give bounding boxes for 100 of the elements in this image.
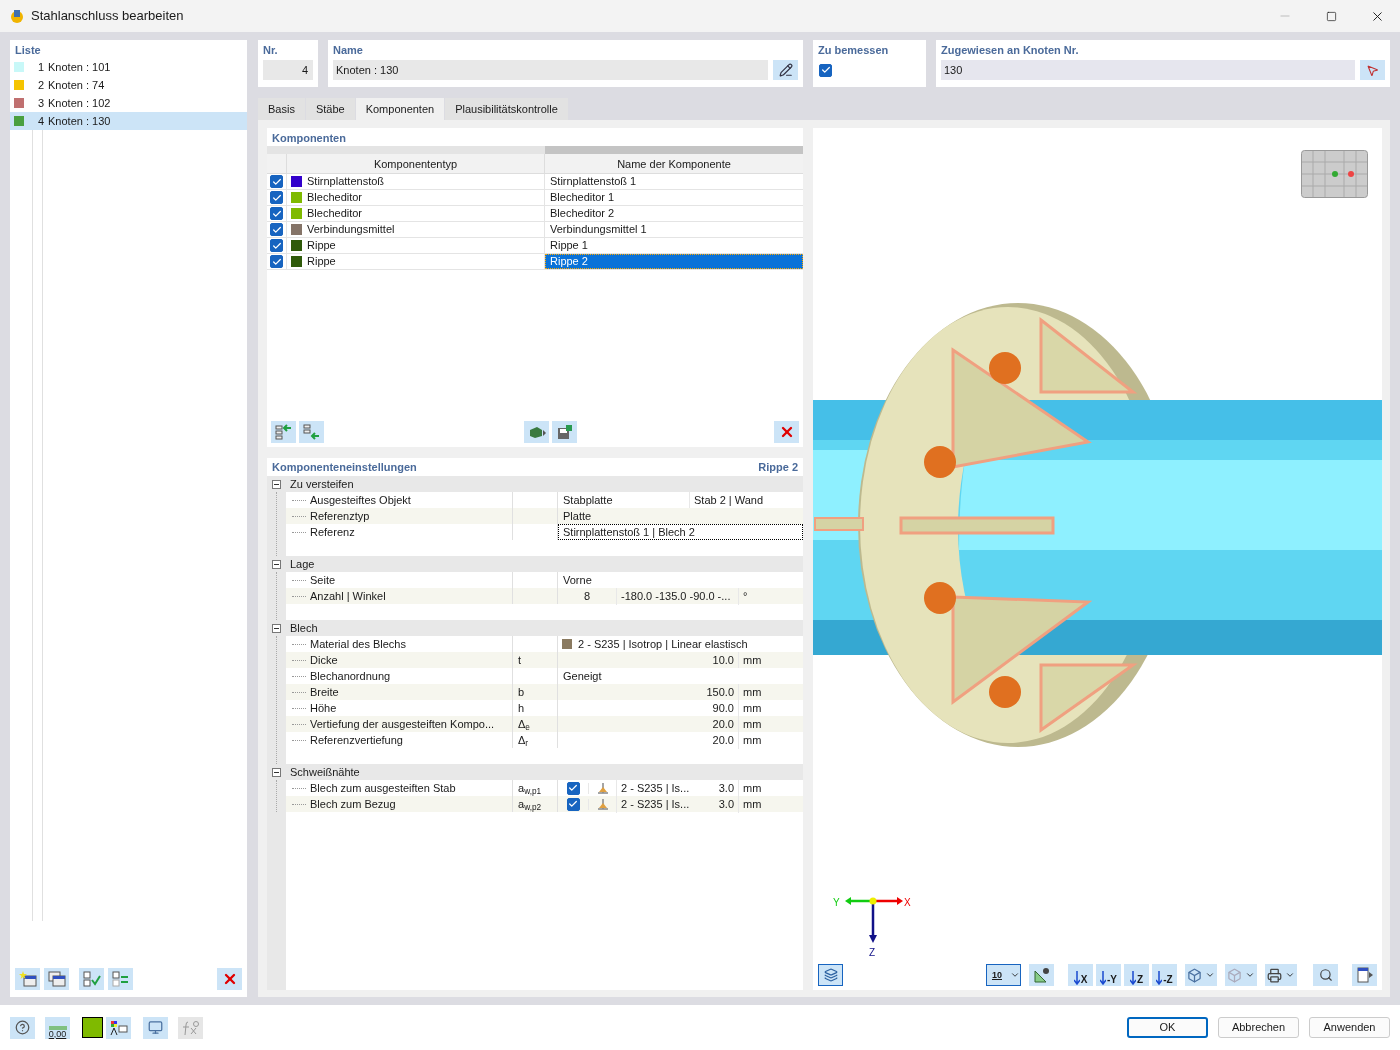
list-item[interactable]: 1 Knoten : 101: [10, 58, 247, 76]
zoom-reset-button[interactable]: [1313, 964, 1338, 986]
visibility-icon: [1032, 967, 1051, 983]
collapse-icon[interactable]: [272, 623, 281, 633]
group-title: Zu versteifen: [290, 476, 354, 492]
check-all-button[interactable]: [79, 968, 104, 990]
scale-dropdown[interactable]: 10: [986, 964, 1021, 986]
value-cell-text: Geneigt: [562, 669, 603, 684]
export-icon: [527, 424, 546, 440]
value-cell-text: 3.0: [717, 781, 735, 796]
arrow-icon: [1156, 969, 1163, 985]
copy-window-button[interactable]: [44, 968, 69, 990]
table-cell[interactable]: Verbindungsmittel 1: [545, 222, 803, 237]
list-item[interactable]: 3 Knoten : 102: [10, 94, 247, 112]
collapse-icon[interactable]: [272, 479, 281, 489]
list-item[interactable]: 2 Knoten : 74: [10, 76, 247, 94]
property-label: Höhe: [310, 700, 337, 716]
value-cell-text: 20.0: [711, 733, 735, 748]
table-cell-text: Blecheditor: [307, 190, 363, 206]
cube-icon: [1187, 967, 1202, 983]
new-window-button[interactable]: [15, 968, 40, 990]
unit-cell: mm: [738, 732, 803, 749]
property-label: Vertiefung der ausgesteiften Kompo...: [310, 716, 495, 732]
panel-title: Komponenteneinstellungen: [272, 459, 417, 475]
column-header: Name der Komponente: [616, 157, 732, 172]
delete-button[interactable]: [217, 968, 242, 990]
value-cell[interactable]: Stirnplattenstoß 1 | Blech 2: [558, 524, 803, 540]
group-title: Lage: [290, 556, 315, 572]
color-button[interactable]: [82, 1017, 103, 1038]
print-dropdown[interactable]: [1265, 964, 1297, 986]
table-cell[interactable]: Blecheditor 1: [545, 190, 803, 205]
view-direction-button[interactable]: X: [1068, 964, 1093, 986]
field-label: Zugewiesen an Knoten Nr.: [941, 43, 1080, 58]
tab[interactable]: Komponenten: [355, 98, 445, 120]
table-cell[interactable]: Stirnplattenstoß 1: [545, 174, 803, 189]
unit-cell: mm: [738, 796, 803, 813]
checkbox[interactable]: [566, 781, 580, 795]
property-label: Blech zum Bezug: [310, 796, 396, 812]
item-number: 2: [36, 77, 44, 93]
help-button[interactable]: [10, 1016, 35, 1039]
monitor-button[interactable]: [143, 1016, 168, 1039]
node-field[interactable]: 130: [941, 60, 1355, 80]
axis-label: Y: [833, 896, 840, 910]
dialog-button[interactable]: Anwenden: [1309, 1017, 1390, 1038]
ruler-icon: [48, 1025, 67, 1030]
invert-check-button[interactable]: [108, 968, 133, 990]
checkbox[interactable]: [819, 63, 832, 77]
checkbox[interactable]: [270, 223, 283, 236]
delete-button[interactable]: [774, 421, 799, 443]
export-button[interactable]: [524, 421, 549, 443]
property-label: Dicke: [310, 652, 338, 668]
property-label: Referenztyp: [310, 508, 370, 524]
window-title: Stahlanschluss bearbeiten: [31, 7, 184, 26]
caret-icon: [1010, 970, 1020, 980]
tab[interactable]: Basis: [258, 98, 305, 120]
property-label: Anzahl | Winkel: [310, 588, 386, 604]
table-cell[interactable]: Rippe 1: [545, 238, 803, 253]
dialog-button[interactable]: OK: [1127, 1017, 1208, 1038]
edit-name-button[interactable]: [773, 60, 798, 80]
dialog-button[interactable]: Abbrechen: [1218, 1017, 1299, 1038]
list-item[interactable]: 4 Knoten : 130: [10, 112, 247, 130]
checkbox[interactable]: [270, 255, 283, 268]
unit-cell: °: [738, 588, 803, 605]
item-label: Knoten : 130: [48, 113, 111, 129]
decimal-places-button[interactable]: 0,00: [45, 1016, 70, 1039]
checkbox[interactable]: [270, 207, 283, 220]
tab[interactable]: Stäbe: [305, 98, 355, 120]
layers-button[interactable]: [818, 964, 843, 986]
checkbox[interactable]: [566, 797, 580, 811]
render-mode-dropdown[interactable]: [1185, 964, 1217, 986]
collapse-icon[interactable]: [272, 559, 281, 569]
zoom-reset-icon: [1318, 968, 1333, 982]
save-button[interactable]: [552, 421, 577, 443]
collapse-icon[interactable]: [272, 767, 281, 777]
tab[interactable]: Plausibilitätskontrolle: [445, 98, 568, 120]
number-field[interactable]: 4: [263, 60, 313, 80]
property-label: Blech zum ausgesteiften Stab: [310, 780, 456, 796]
panel-toggle-button[interactable]: [1352, 964, 1377, 986]
layers-icon: [823, 968, 838, 982]
property-label: Blechanordnung: [310, 668, 391, 684]
move-up-button[interactable]: [271, 421, 296, 443]
view-direction-button[interactable]: Z: [1124, 964, 1149, 986]
pick-node-button[interactable]: [1360, 60, 1385, 80]
checkbox[interactable]: [270, 239, 283, 252]
table-cell[interactable]: Blecheditor 2: [545, 206, 803, 221]
axis-label: X: [904, 896, 911, 910]
invert-check-icon: [111, 971, 130, 987]
checkbox[interactable]: [270, 175, 283, 188]
panel-toggle-icon: [1356, 967, 1373, 983]
color-settings-button[interactable]: [106, 1016, 131, 1039]
checkbox[interactable]: [270, 191, 283, 204]
item-label: Knoten : 101: [48, 59, 111, 75]
property-label: Referenzvertiefung: [310, 732, 403, 748]
table-cell[interactable]: Rippe 2: [545, 254, 803, 269]
view-direction-button[interactable]: -Y: [1096, 964, 1121, 986]
move-down-button[interactable]: [299, 421, 324, 443]
printer-icon: [1267, 967, 1282, 983]
name-field[interactable]: Knoten : 130: [333, 60, 768, 80]
view-direction-button[interactable]: -Z: [1152, 964, 1177, 986]
visibility-button[interactable]: [1029, 964, 1054, 986]
